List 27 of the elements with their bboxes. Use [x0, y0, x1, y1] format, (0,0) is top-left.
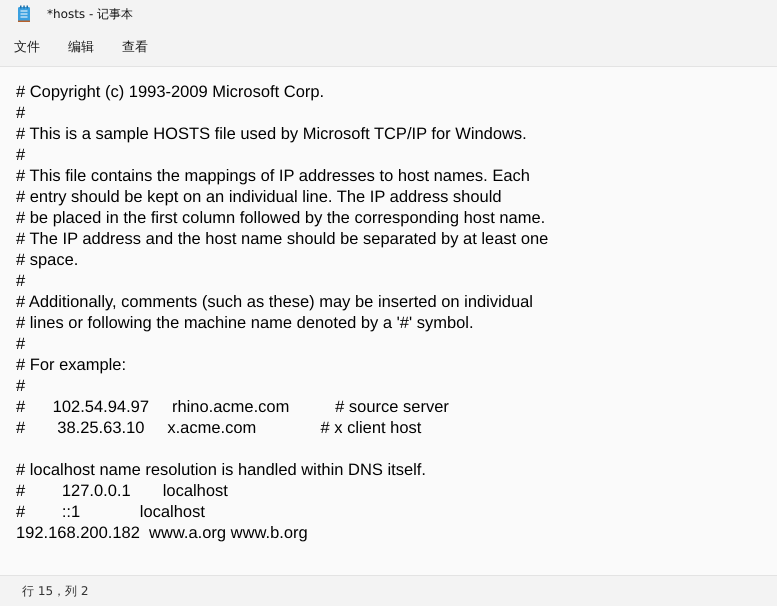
text-line: # 127.0.0.1 localhost [16, 481, 229, 502]
text-line: # [16, 334, 26, 355]
text-line: # entry should be kept on an individual line. The IP address should [16, 187, 503, 208]
text-line: # [16, 376, 26, 397]
text-line: # be placed in the first column followed by the corresponding host name. [16, 208, 546, 229]
text-line: # Additionally, comments (such as these) may be inserted on individual [16, 292, 534, 313]
text-line: # 38.25.63.10 x.acme.com # x client host [16, 418, 422, 439]
text-line: # [16, 145, 26, 166]
text-line: # 102.54.94.97 rhino.acme.com # source server [16, 397, 450, 418]
menu-item[interactable]: 编辑 [59, 34, 103, 60]
menu-item[interactable]: 查看 [113, 34, 157, 60]
text-line: # For example: [16, 355, 128, 376]
text-line: # [16, 103, 26, 124]
text-line: # The IP address and the host name should be separated by at least one [16, 229, 550, 250]
text-line: # space. [16, 250, 80, 271]
text-line: # [16, 271, 26, 292]
text-line: # Copyright (c) 1993-2009 Microsoft Corp. [16, 82, 326, 103]
text-line: # This file contains the mappings of IP addresses to host names. Each [16, 166, 531, 187]
text-line: 192.168.200.182 www.a.org www.b.org [16, 523, 309, 544]
notepad-icon [17, 5, 31, 23]
text-line: # This is a sample HOSTS file used by Microsoft TCP/IP for Windows. [16, 124, 528, 145]
text-line: # ::1 localhost [16, 502, 206, 523]
cursor-position: 行 15，列 2 [22, 582, 89, 600]
text-line: # localhost name resolution is handled within DNS itself. [16, 460, 427, 481]
window-title: *hosts - 记事本 [47, 6, 134, 22]
text-line: # lines or following the machine name denoted by a '#' symbol. [16, 313, 475, 334]
menu-item[interactable]: 文件 [5, 34, 49, 60]
